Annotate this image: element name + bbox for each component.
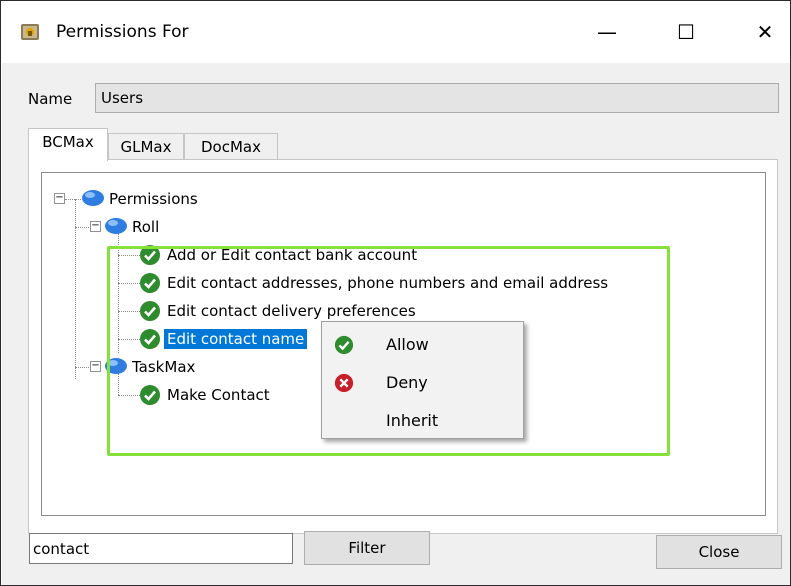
tab-docmax[interactable]: DocMax (184, 133, 278, 161)
collapse-toggle-taskmax[interactable]: − (90, 361, 101, 372)
permission-label: Edit contact delivery preferences (167, 302, 416, 320)
menu-item-allow[interactable]: Allow (322, 327, 523, 363)
deny-x-icon (334, 373, 354, 393)
window-title: Permissions For (56, 22, 189, 42)
menu-item-inherit[interactable]: Inherit (322, 403, 523, 439)
tree-line (118, 255, 140, 256)
roll-folder-icon (105, 218, 127, 234)
permission-item[interactable]: Add or Edit contact bank account (164, 242, 420, 268)
app-icon (21, 24, 39, 40)
allow-check-icon (140, 245, 160, 265)
tree-line (118, 395, 140, 396)
permission-label: Add or Edit contact bank account (167, 246, 418, 264)
tree-line (118, 233, 119, 353)
tree-line (118, 339, 140, 340)
tree-line (118, 373, 119, 395)
permissions-window: Permissions For — ☐ ✕ Name Users BCMax G… (0, 0, 791, 586)
tree-line (118, 283, 140, 284)
title-bar[interactable]: Permissions For — ☐ ✕ (1, 1, 790, 63)
maximize-button[interactable]: ☐ (660, 11, 712, 53)
tree-line (65, 199, 81, 200)
minimize-button[interactable]: — (581, 11, 633, 53)
tab-bcmax[interactable]: BCMax (28, 128, 108, 161)
menu-item-label: Inherit (386, 411, 439, 430)
permission-item-selected[interactable]: Edit contact name (164, 326, 308, 352)
permission-label: Make Contact (167, 386, 270, 404)
menu-item-label: Allow (386, 335, 429, 354)
filter-input[interactable] (29, 533, 293, 564)
allow-check-icon (140, 329, 160, 349)
permission-item[interactable]: Edit contact addresses, phone numbers an… (164, 270, 611, 296)
tree-node-label: Permissions (109, 190, 198, 208)
close-button[interactable]: Close (656, 535, 782, 569)
menu-item-label: Deny (386, 373, 428, 392)
permission-label: Edit contact name (164, 329, 308, 349)
permissions-folder-icon (82, 190, 104, 206)
allow-check-icon (334, 335, 354, 355)
tree-line (75, 199, 76, 379)
permission-item[interactable]: Make Contact (164, 382, 273, 408)
menu-item-deny[interactable]: Deny (322, 365, 523, 401)
tree-node-label: TaskMax (132, 358, 196, 376)
allow-check-icon (140, 301, 160, 321)
tab-glmax[interactable]: GLMax (108, 133, 184, 161)
name-field: Users (95, 83, 779, 113)
tree-line (118, 311, 140, 312)
allow-check-icon (140, 273, 160, 293)
tree-node-taskmax[interactable]: TaskMax (129, 354, 198, 380)
name-label: Name (28, 90, 73, 108)
collapse-toggle-roll[interactable]: − (90, 221, 101, 232)
filter-button[interactable]: Filter (304, 531, 430, 565)
permission-label: Edit contact addresses, phone numbers an… (167, 274, 609, 292)
context-menu: Allow Deny Inherit (321, 321, 524, 439)
collapse-toggle-permissions[interactable]: − (54, 193, 65, 204)
allow-check-icon (140, 385, 160, 405)
tree-node-label: Roll (132, 218, 160, 236)
tree-node-roll[interactable]: Roll (129, 214, 162, 240)
close-window-button[interactable]: ✕ (739, 11, 791, 53)
name-value: Users (101, 89, 144, 107)
taskmax-folder-icon (105, 358, 127, 374)
tree-node-permissions[interactable]: Permissions (106, 186, 201, 212)
